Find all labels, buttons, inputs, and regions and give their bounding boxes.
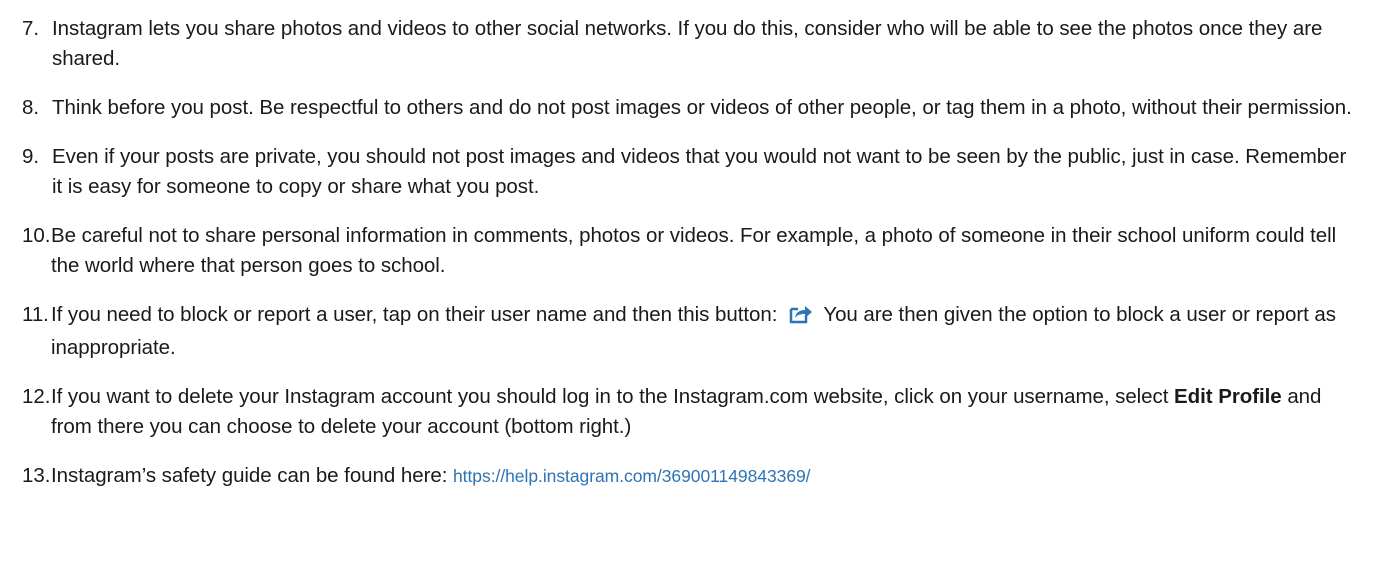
item-number: 7. [22, 17, 39, 40]
list-item: 13. Instagram’s safety guide can be foun… [22, 461, 1358, 491]
list-item: 12. If you want to delete your Instagram… [22, 382, 1358, 442]
item-text: Think before you post. Be respectful to … [52, 96, 1352, 119]
item-text: Instagram’s safety guide can be found he… [51, 461, 1358, 491]
item-text: If you need to block or report a user, t… [51, 300, 1358, 363]
item-number: 11. [22, 303, 49, 326]
item-text: If you want to delete your Instagram acc… [51, 382, 1358, 442]
item-number: 8. [22, 96, 39, 119]
item-text: Instagram lets you share photos and vide… [52, 17, 1323, 70]
item-text: Even if your posts are private, you shou… [52, 145, 1347, 198]
safety-guide-link[interactable]: https://help.instagram.com/3690011498433… [453, 466, 811, 486]
item-number: 9. [22, 145, 39, 168]
item-text-before: Instagram’s safety guide can be found he… [51, 464, 448, 487]
document-page: 7. Instagram lets you share photos and v… [0, 0, 1378, 565]
list-item: 7. Instagram lets you share photos and v… [22, 14, 1358, 74]
edit-profile-label: Edit Profile [1174, 385, 1282, 408]
item-number: 13. [22, 464, 51, 487]
list-item: 9. Even if your posts are private, you s… [22, 142, 1358, 202]
item-text: Be careful not to share personal informa… [51, 224, 1337, 277]
item-number: 10. [22, 224, 51, 247]
item-text-before: If you want to delete your Instagram acc… [51, 385, 1169, 408]
share-arrow-icon [789, 303, 813, 333]
item-number: 12. [22, 385, 51, 408]
list-item: 10. Be careful not to share personal inf… [22, 221, 1358, 281]
item-text-before: If you need to block or report a user, t… [51, 303, 778, 326]
list-item: 8. Think before you post. Be respectful … [22, 93, 1358, 123]
safety-tips-list: 7. Instagram lets you share photos and v… [22, 14, 1358, 491]
list-item: 11. If you need to block or report a use… [22, 300, 1358, 363]
